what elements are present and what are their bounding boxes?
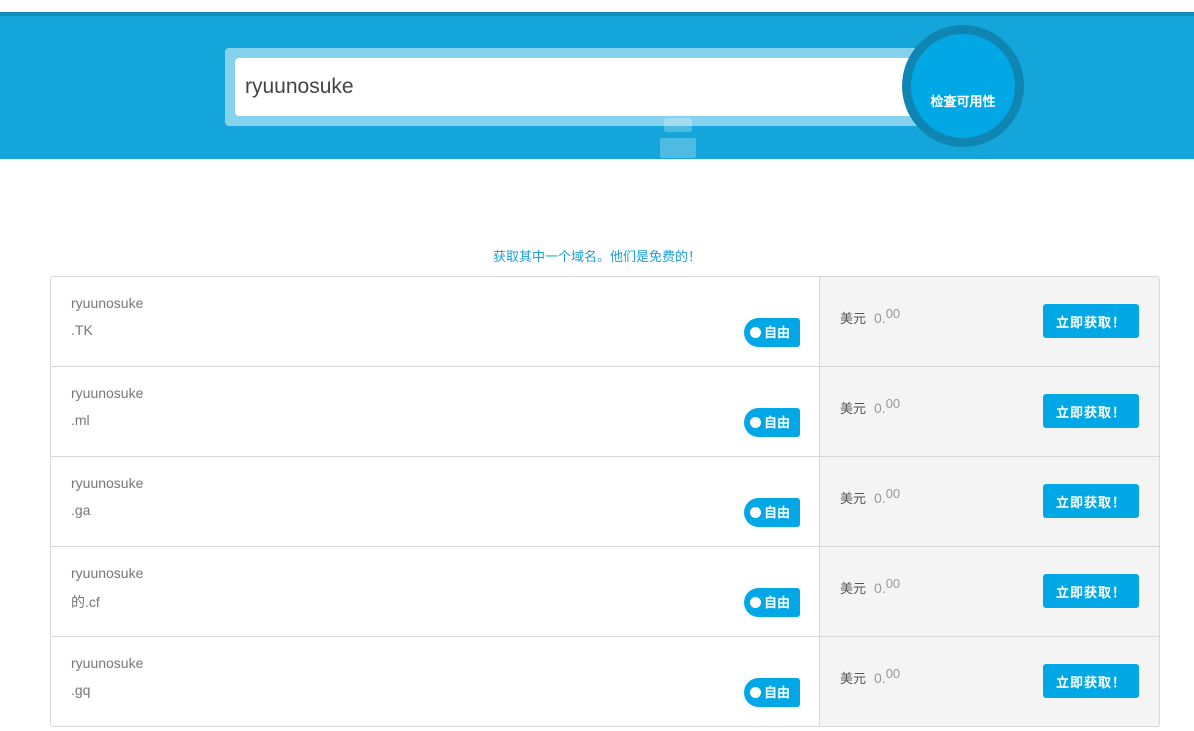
free-domains-promo: 获取其中一个域名。他们是免费的！ xyxy=(492,249,701,264)
price-cell: 美元 0.00 立即获取！ xyxy=(820,457,1159,546)
price-integer: 0. xyxy=(874,580,886,596)
domain-name: ryuunosuke xyxy=(71,655,144,671)
get-now-button[interactable]: 立即获取！ xyxy=(1043,574,1139,608)
lock-watermark-icon xyxy=(660,118,696,158)
price-decimal: 00 xyxy=(885,306,901,321)
check-availability-button[interactable]: 检查可用性 xyxy=(911,34,1015,138)
price-integer: 0. xyxy=(874,490,886,506)
free-badge-label: 自由 xyxy=(764,505,791,520)
domain-search-input[interactable] xyxy=(235,58,925,116)
domain-name: ryuunosuke xyxy=(71,565,144,581)
domain-name: ryuunosuke xyxy=(71,385,144,401)
free-status-badge: 自由 xyxy=(744,408,800,437)
domain-row: ryuunosuke .ga 自由 美元 0.00 立即获取！ xyxy=(51,457,1159,547)
domain-tld: .ml xyxy=(71,412,90,428)
price-decimal: 00 xyxy=(885,666,901,681)
price-cell: 美元 0.00 立即获取！ xyxy=(820,367,1159,456)
free-badge-label: 自由 xyxy=(764,685,791,700)
price-value: 0.00 xyxy=(874,576,900,596)
domain-name: ryuunosuke xyxy=(71,475,144,491)
price-value: 0.00 xyxy=(874,396,900,416)
price-cell: 美元 0.00 立即获取！ xyxy=(820,547,1159,636)
domain-cell: ryuunosuke .gq 自由 xyxy=(51,637,820,726)
price-value: 0.00 xyxy=(874,486,900,506)
currency-label: 美元 xyxy=(840,671,867,686)
status-dot-icon xyxy=(750,687,761,698)
domain-cell: ryuunosuke .ml 自由 xyxy=(51,367,820,456)
price-decimal: 00 xyxy=(885,576,901,591)
price-decimal: 00 xyxy=(885,486,901,501)
domain-row: ryuunosuke .ml 自由 美元 0.00 立即获取！ xyxy=(51,367,1159,457)
price-cell: 美元 0.00 立即获取！ xyxy=(820,277,1159,366)
get-now-button[interactable]: 立即获取！ xyxy=(1043,664,1139,698)
domain-cell: ryuunosuke .TK 自由 xyxy=(51,277,820,366)
price-cell: 美元 0.00 立即获取！ xyxy=(820,637,1159,726)
domain-cell: ryuunosuke 的.cf 自由 xyxy=(51,547,820,636)
free-status-badge: 自由 xyxy=(744,318,800,347)
domain-tld: .TK xyxy=(71,322,93,338)
free-status-badge: 自由 xyxy=(744,678,800,707)
status-dot-icon xyxy=(750,597,761,608)
get-now-button[interactable]: 立即获取！ xyxy=(1043,394,1139,428)
currency-label: 美元 xyxy=(840,491,867,506)
status-dot-icon xyxy=(750,507,761,518)
free-badge-label: 自由 xyxy=(764,415,791,430)
price-integer: 0. xyxy=(874,670,886,686)
free-status-badge: 自由 xyxy=(744,498,800,527)
price-integer: 0. xyxy=(874,400,886,416)
domain-row: ryuunosuke 的.cf 自由 美元 0.00 立即获取！ xyxy=(51,547,1159,637)
price-value: 0.00 xyxy=(874,306,900,326)
domain-cell: ryuunosuke .ga 自由 xyxy=(51,457,820,546)
domain-tld: 的.cf xyxy=(71,594,100,610)
price-value: 0.00 xyxy=(874,666,900,686)
get-now-button[interactable]: 立即获取！ xyxy=(1043,484,1139,518)
currency-label: 美元 xyxy=(840,311,867,326)
status-dot-icon xyxy=(750,417,761,428)
status-dot-icon xyxy=(750,327,761,338)
domain-row: ryuunosuke .TK 自由 美元 0.00 立即获取！ xyxy=(51,277,1159,367)
get-now-button[interactable]: 立即获取！ xyxy=(1043,304,1139,338)
currency-label: 美元 xyxy=(840,581,867,596)
domain-row: ryuunosuke .gq 自由 美元 0.00 立即获取！ xyxy=(51,637,1159,726)
domain-tld: .gq xyxy=(71,682,91,698)
domain-tld: .ga xyxy=(71,502,91,518)
price-integer: 0. xyxy=(874,310,886,326)
domain-results-table: ryuunosuke .TK 自由 美元 0.00 立即获取！ ryuunosu… xyxy=(50,276,1160,727)
free-status-badge: 自由 xyxy=(744,588,800,617)
price-decimal: 00 xyxy=(885,396,901,411)
free-badge-label: 自由 xyxy=(764,595,791,610)
currency-label: 美元 xyxy=(840,401,867,416)
free-badge-label: 自由 xyxy=(764,325,791,340)
domain-name: ryuunosuke xyxy=(71,295,144,311)
